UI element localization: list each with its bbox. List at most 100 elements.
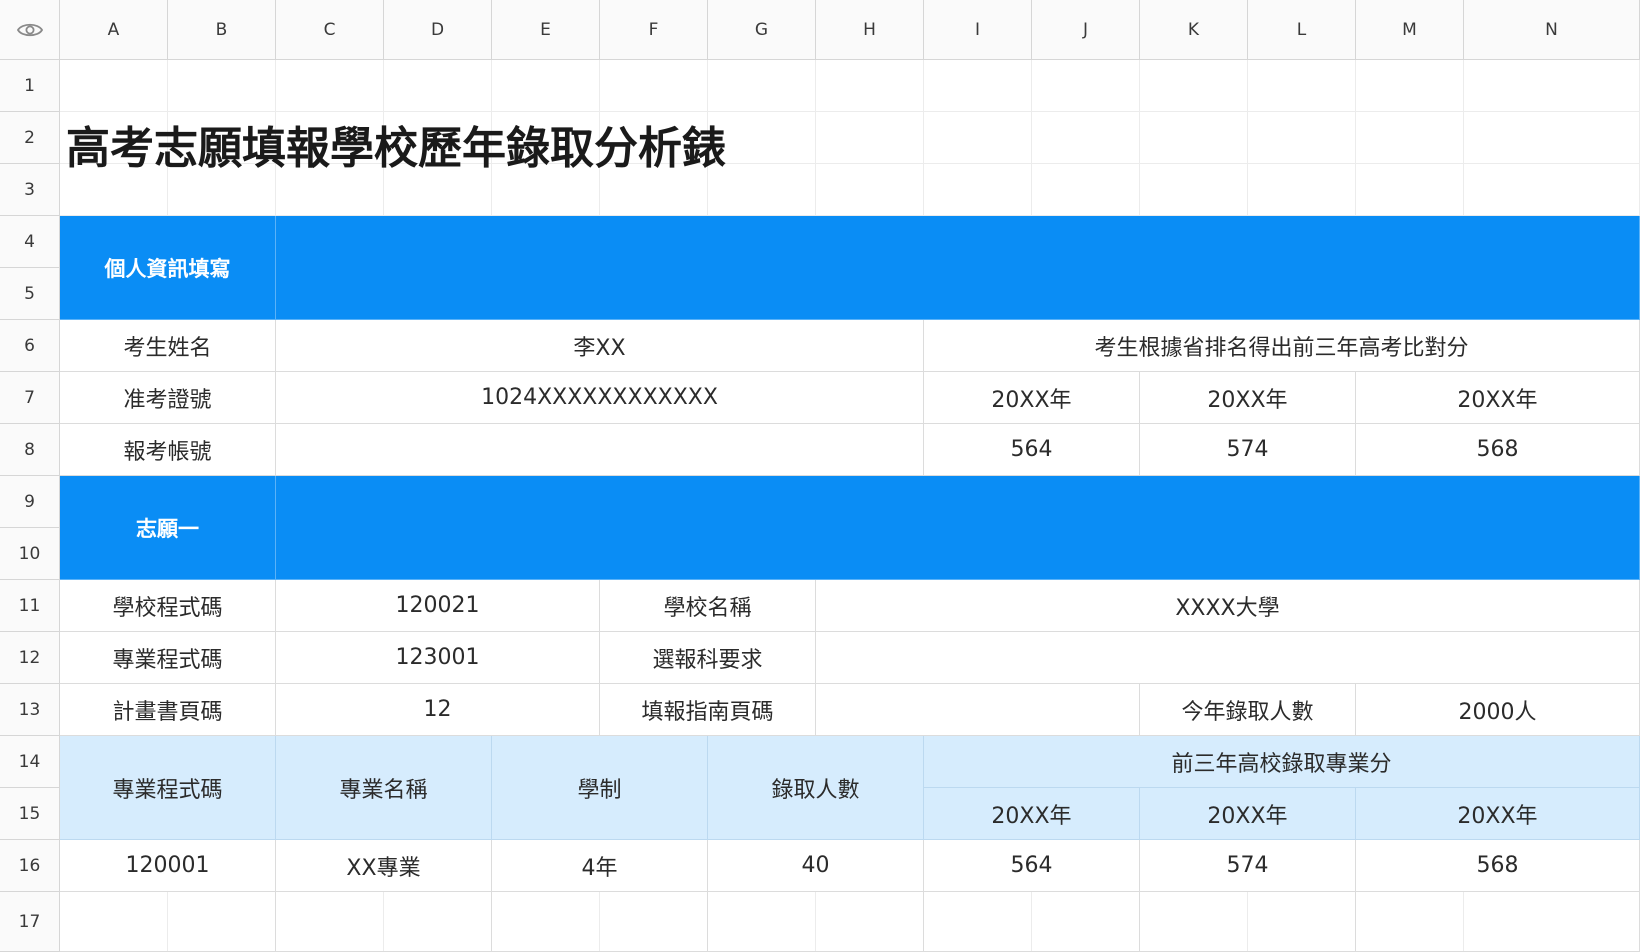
column-header-g[interactable]: G: [708, 0, 816, 60]
compare-year-2[interactable]: 20XX年: [1140, 372, 1356, 424]
th-year-3[interactable]: 20XX年: [1356, 788, 1640, 840]
row-header-9[interactable]: 9: [0, 476, 60, 528]
row-header-4[interactable]: 4: [0, 216, 60, 268]
empty-cell[interactable]: [1032, 112, 1140, 164]
compare-score-header[interactable]: 考生根據省排名得出前三年高考比對分: [924, 320, 1640, 372]
th-admit-count[interactable]: 錄取人數: [708, 736, 924, 840]
choice1-band[interactable]: [276, 476, 1640, 580]
empty-cell[interactable]: [924, 164, 1032, 216]
guide-page-label[interactable]: 填報指南頁碼: [600, 684, 816, 736]
td-admit-count[interactable]: 40: [708, 840, 924, 892]
td-major-code[interactable]: 120001: [60, 840, 276, 892]
empty-cell[interactable]: [384, 60, 492, 112]
td-major-name[interactable]: XX專業: [276, 840, 492, 892]
empty-cell[interactable]: [60, 60, 168, 112]
school-code-label[interactable]: 學校程式碼: [60, 580, 276, 632]
empty-cell[interactable]: [1248, 164, 1356, 216]
empty-cell[interactable]: [1032, 60, 1140, 112]
admit-count-value[interactable]: 2000人: [1356, 684, 1640, 736]
row-header-3[interactable]: 3: [0, 164, 60, 216]
empty-cell[interactable]: [1464, 60, 1640, 112]
row-header-12[interactable]: 12: [0, 632, 60, 684]
row-header-17[interactable]: 17: [0, 892, 60, 952]
exam-id-label[interactable]: 准考證號: [60, 372, 276, 424]
td-system[interactable]: 4年: [492, 840, 708, 892]
column-header-e[interactable]: E: [492, 0, 600, 60]
empty-cell[interactable]: [816, 164, 924, 216]
row-header-16[interactable]: 16: [0, 840, 60, 892]
column-header-h[interactable]: H: [816, 0, 924, 60]
row-header-1[interactable]: 1: [0, 60, 60, 112]
column-header-n[interactable]: N: [1464, 0, 1640, 60]
th-prev-scores[interactable]: 前三年高校錄取專業分: [924, 736, 1640, 788]
eye-icon[interactable]: [16, 21, 43, 39]
empty-cell[interactable]: [708, 60, 816, 112]
empty-cell[interactable]: [708, 892, 924, 952]
empty-cell[interactable]: [60, 892, 276, 952]
empty-cell[interactable]: [168, 60, 276, 112]
major-code-label[interactable]: 專業程式碼: [60, 632, 276, 684]
empty-cell[interactable]: [1356, 60, 1464, 112]
row-header-14[interactable]: 14: [0, 736, 60, 788]
school-code-value[interactable]: 120021: [276, 580, 600, 632]
subject-req-label[interactable]: 選報科要求: [600, 632, 816, 684]
empty-cell[interactable]: [1140, 892, 1356, 952]
exam-id-value[interactable]: 1024XXXXXXXXXXXX: [276, 372, 924, 424]
empty-cell[interactable]: [924, 60, 1032, 112]
empty-cell[interactable]: [1140, 60, 1248, 112]
empty-cell[interactable]: [816, 60, 924, 112]
school-name-value[interactable]: XXXX大學: [816, 580, 1640, 632]
row-header-6[interactable]: 6: [0, 320, 60, 372]
empty-cell[interactable]: [1464, 112, 1640, 164]
column-header-i[interactable]: I: [924, 0, 1032, 60]
personal-info-band[interactable]: [276, 216, 1640, 320]
compare-score-3[interactable]: 568: [1356, 424, 1640, 476]
th-year-2[interactable]: 20XX年: [1140, 788, 1356, 840]
column-header-a[interactable]: A: [60, 0, 168, 60]
admit-count-label[interactable]: 今年錄取人數: [1140, 684, 1356, 736]
td-score-1[interactable]: 564: [924, 840, 1140, 892]
empty-cell[interactable]: [1032, 164, 1140, 216]
row-header-13[interactable]: 13: [0, 684, 60, 736]
row-header-10[interactable]: 10: [0, 528, 60, 580]
empty-cell[interactable]: [1356, 164, 1464, 216]
column-header-c[interactable]: C: [276, 0, 384, 60]
plan-page-value[interactable]: 12: [276, 684, 600, 736]
row-header-8[interactable]: 8: [0, 424, 60, 476]
empty-cell[interactable]: [924, 892, 1140, 952]
choice1-header[interactable]: 志願一: [60, 476, 276, 580]
column-header-m[interactable]: M: [1356, 0, 1464, 60]
empty-cell[interactable]: [1248, 60, 1356, 112]
empty-cell[interactable]: [1464, 164, 1640, 216]
empty-cell[interactable]: [492, 60, 600, 112]
row-header-7[interactable]: 7: [0, 372, 60, 424]
column-header-d[interactable]: D: [384, 0, 492, 60]
td-score-3[interactable]: 568: [1356, 840, 1640, 892]
column-header-k[interactable]: K: [1140, 0, 1248, 60]
school-name-label[interactable]: 學校名稱: [600, 580, 816, 632]
empty-cell[interactable]: [276, 892, 492, 952]
column-header-f[interactable]: F: [600, 0, 708, 60]
name-value[interactable]: 李XX: [276, 320, 924, 372]
plan-page-label[interactable]: 計畫書頁碼: [60, 684, 276, 736]
major-code-value[interactable]: 123001: [276, 632, 600, 684]
row-header-2[interactable]: 2: [0, 112, 60, 164]
empty-cell[interactable]: [276, 60, 384, 112]
compare-year-1[interactable]: 20XX年: [924, 372, 1140, 424]
empty-cell[interactable]: [816, 112, 924, 164]
compare-year-3[interactable]: 20XX年: [1356, 372, 1640, 424]
subject-req-value[interactable]: [816, 632, 1640, 684]
column-header-b[interactable]: B: [168, 0, 276, 60]
guide-page-value[interactable]: [816, 684, 1140, 736]
empty-cell[interactable]: [1140, 112, 1248, 164]
empty-cell[interactable]: [1248, 112, 1356, 164]
account-value[interactable]: [276, 424, 924, 476]
th-system[interactable]: 學制: [492, 736, 708, 840]
row-header-5[interactable]: 5: [0, 268, 60, 320]
row-header-15[interactable]: 15: [0, 788, 60, 840]
empty-cell[interactable]: [1356, 112, 1464, 164]
empty-cell[interactable]: [1356, 892, 1640, 952]
row-header-11[interactable]: 11: [0, 580, 60, 632]
select-all-corner[interactable]: [0, 0, 60, 60]
empty-cell[interactable]: [600, 60, 708, 112]
